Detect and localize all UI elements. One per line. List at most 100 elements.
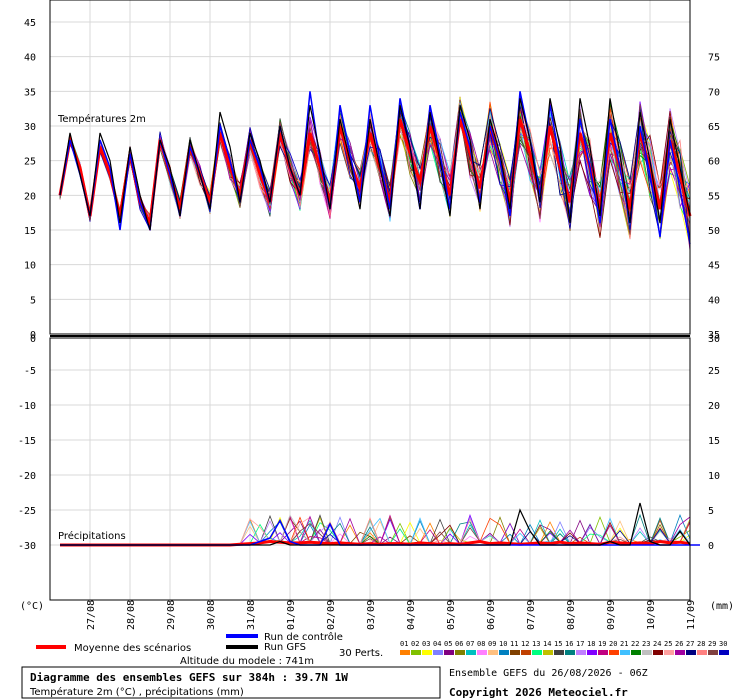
precip-panel-title: Précipitations	[58, 530, 126, 542]
temp-right-tick-label: 45	[708, 261, 720, 272]
grid	[50, 0, 691, 600]
temp-left-tick-label: 25	[24, 157, 36, 168]
perturbation-number: 23	[642, 640, 650, 648]
temp-right-tick-label: 50	[708, 226, 720, 237]
date-tick-label: 11/09	[686, 600, 697, 630]
perturbation-number: 20	[609, 640, 617, 648]
perturbation-number: 07	[466, 640, 474, 648]
model-altitude-label: Altitude du modele : 741m	[180, 656, 314, 667]
temp-panel-title: Températures 2m	[57, 113, 146, 125]
date-tick-label: 04/09	[406, 600, 417, 630]
perturbation-swatch	[411, 650, 421, 655]
perturbation-number: 28	[697, 640, 705, 648]
ensemble-member-temp-line	[59, 104, 691, 230]
ensemble-member-temp-line	[59, 104, 691, 231]
perturbation-number: 05	[444, 640, 452, 648]
precip-left-tick-label: -30	[18, 541, 36, 552]
temp-right-tick-label: 70	[708, 87, 720, 98]
perturbation-swatch	[653, 650, 663, 655]
ensemble-member-temp-line	[59, 98, 691, 247]
perturbation-number: 14	[543, 640, 551, 648]
legend: Moyenne des scénariosRun de contrôleRun …	[36, 631, 729, 667]
perturbation-swatch	[521, 650, 531, 655]
precip-right-tick-label: 20	[708, 401, 720, 412]
date-tick-label: 05/09	[446, 600, 457, 630]
perturbation-number: 24	[653, 640, 661, 648]
ensemble-member-temp-line	[59, 103, 691, 230]
perturbation-number: 15	[554, 640, 562, 648]
date-tick-label: 30/08	[206, 600, 217, 630]
perturbation-swatch	[455, 650, 465, 655]
date-tick-label: 08/09	[566, 600, 577, 630]
temp-right-tick-label: 75	[708, 53, 720, 64]
perturbation-swatch	[466, 650, 476, 655]
legend-gfs-label: Run GFS	[264, 642, 306, 653]
ensemble-run-label: Ensemble GEFS du 26/08/2026 - 06Z	[449, 668, 648, 679]
temp-right-tick-label: 65	[708, 122, 720, 133]
perturbation-number: 06	[455, 640, 463, 648]
ensemble-member-precip-line	[60, 517, 691, 546]
ensemble-member-temp-line	[59, 96, 691, 234]
chart-title: Diagramme des ensembles GEFS sur 384h : …	[30, 671, 348, 684]
ensemble-member-temp-line	[59, 100, 691, 230]
perturbation-swatch	[422, 650, 432, 655]
perturbation-number: 13	[532, 640, 540, 648]
precip-series-line	[60, 518, 700, 546]
date-tick-label: 10/09	[646, 600, 657, 630]
perturbation-swatch	[686, 650, 696, 655]
perturbation-swatch	[477, 650, 487, 655]
perturbation-number: 01	[400, 640, 408, 648]
perturbation-number: 08	[477, 640, 485, 648]
perturbation-number: 16	[565, 640, 573, 648]
perturbation-swatch	[708, 650, 718, 655]
perturbation-number: 09	[488, 640, 496, 648]
perturbation-swatch	[444, 650, 454, 655]
perturbation-number: 12	[521, 640, 529, 648]
ensemble-member-temp-line	[59, 95, 691, 244]
left-unit-label: (°C)	[20, 601, 44, 612]
perturbation-number: 27	[686, 640, 694, 648]
precip-right-tick-label: 10	[708, 471, 720, 482]
perturbation-number: 18	[587, 640, 595, 648]
precip-left-tick-label: -5	[24, 366, 36, 377]
perturbation-swatch	[532, 650, 542, 655]
chart-subtitle: Température 2m (°C) , précipitations (mm…	[29, 686, 244, 698]
temp-right-tick-label: 40	[708, 295, 720, 306]
ensemble-member-temp-line	[59, 99, 691, 230]
ensemble-member-temp-line	[59, 103, 691, 239]
perturbation-swatch	[543, 650, 553, 655]
perturbation-number: 29	[708, 640, 716, 648]
date-tick-label: 02/09	[326, 600, 337, 630]
ensemble-member-temp-line	[59, 100, 691, 229]
precip-left-tick-label: -15	[18, 436, 36, 447]
temp-left-tick-label: 10	[24, 261, 36, 272]
perturbation-swatch	[609, 650, 619, 655]
perturbation-number: 26	[675, 640, 683, 648]
perturbation-swatch	[675, 650, 685, 655]
temp-left-tick-label: 30	[24, 122, 36, 133]
perturbation-swatch	[554, 650, 564, 655]
date-tick-label: 07/09	[526, 600, 537, 630]
ensemble-member-temp-line	[59, 98, 691, 233]
perturbation-number: 03	[422, 640, 430, 648]
gefs-ensemble-chart: 0 355 4010 4515 5020 5525 6030 6535 7040 7545-30 0…	[18, 0, 734, 699]
date-tick-label: 27/08	[86, 600, 97, 630]
perturbation-number: 11	[510, 640, 518, 648]
perturbation-number: 30	[719, 640, 727, 648]
perturbation-swatch	[642, 650, 652, 655]
perturbation-swatch	[587, 650, 597, 655]
perturbation-number: 10	[499, 640, 507, 648]
temp-left-tick-label: 45	[24, 18, 36, 29]
temp-left-tick-label: 35	[24, 87, 36, 98]
perturbation-swatch	[664, 650, 674, 655]
perturbation-swatch	[631, 650, 641, 655]
perturbation-swatch	[576, 650, 586, 655]
precip-right-tick-label: 15	[708, 436, 720, 447]
right-unit-label: (mm)	[710, 601, 734, 612]
perturbation-number: 17	[576, 640, 584, 648]
precip-right-tick-label: 30	[708, 334, 720, 345]
perturbation-number: 02	[411, 640, 419, 648]
temp-left-tick-label: 20	[24, 191, 36, 202]
perturbation-swatch	[620, 650, 630, 655]
perturbation-number: 21	[620, 640, 628, 648]
